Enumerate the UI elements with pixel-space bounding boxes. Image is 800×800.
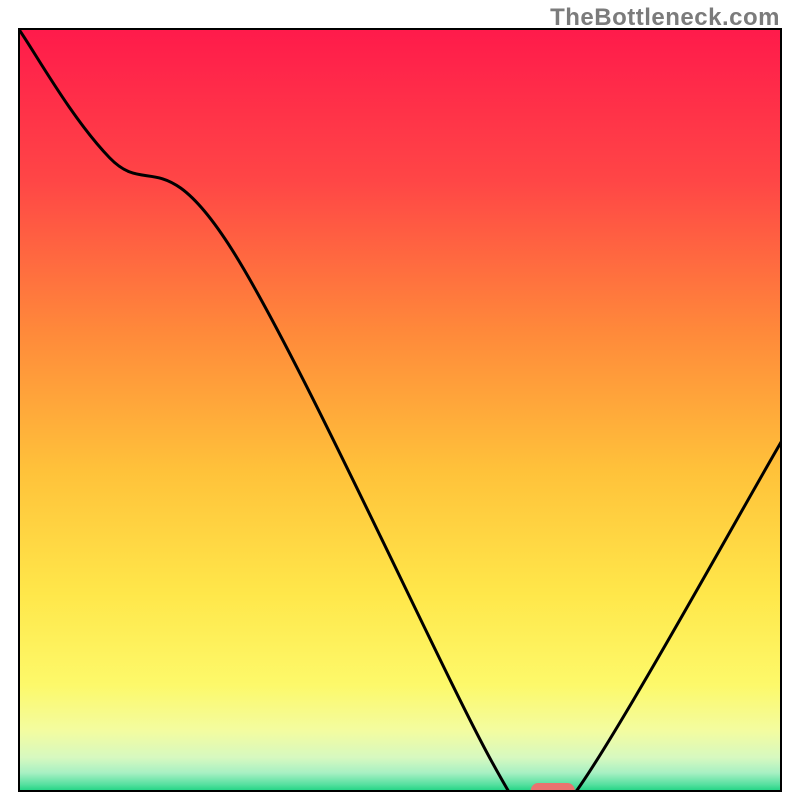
bottleneck-chart — [18, 28, 782, 792]
chart-frame — [18, 28, 782, 792]
chart-background — [18, 28, 782, 792]
